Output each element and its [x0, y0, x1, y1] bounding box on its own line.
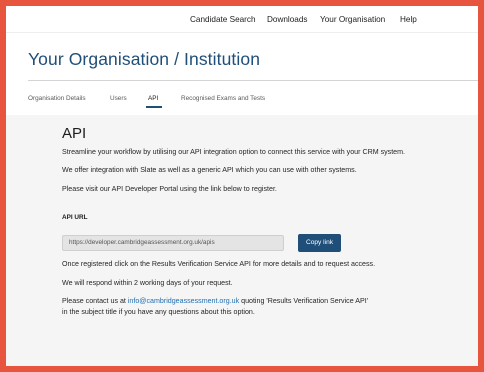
- tab-api[interactable]: API: [148, 95, 158, 102]
- active-tab-indicator: [146, 106, 162, 108]
- contact-text-line2: in the subject title if you have any que…: [62, 308, 255, 316]
- intro-text-2: We offer integration with Slate as well …: [62, 166, 357, 174]
- title-divider: [28, 80, 478, 81]
- contact-suffix: quoting 'Results Verification Service AP…: [239, 297, 369, 305]
- screenshot-frame: Candidate Search Downloads Your Organisa…: [0, 0, 484, 372]
- tab-users[interactable]: Users: [110, 95, 127, 102]
- nav-your-organisation[interactable]: Your Organisation: [320, 15, 385, 24]
- response-time-text: We will respond within 2 working days of…: [62, 279, 233, 287]
- nav-candidate-search[interactable]: Candidate Search: [190, 15, 256, 24]
- intro-text-3: Please visit our API Developer Portal us…: [62, 185, 277, 193]
- page-title: Your Organisation / Institution: [28, 49, 261, 69]
- api-url-label: API URL: [62, 214, 88, 221]
- top-navigation: Candidate Search Downloads Your Organisa…: [6, 6, 478, 33]
- contact-text: Please contact us at info@cambridgeasses…: [62, 297, 368, 306]
- copy-link-button[interactable]: Copy link: [298, 234, 341, 252]
- api-url-field[interactable]: https://developer.cambridgeassessment.or…: [62, 235, 284, 251]
- api-panel: API Streamline your workflow by utilisin…: [6, 115, 478, 366]
- registration-text: Once registered click on the Results Ver…: [62, 260, 376, 268]
- nav-help[interactable]: Help: [400, 15, 417, 24]
- contact-email-link[interactable]: info@cambridgeassessment.org.uk: [128, 297, 239, 305]
- section-heading: API: [62, 125, 87, 142]
- tab-organisation-details[interactable]: Organisation Details: [28, 95, 86, 102]
- tab-recognised-exams[interactable]: Recognised Exams and Tests: [181, 95, 265, 102]
- intro-text-1: Streamline your workflow by utilising ou…: [62, 148, 406, 156]
- nav-downloads[interactable]: Downloads: [267, 15, 308, 24]
- page-header: Your Organisation / Institution Organisa…: [6, 33, 478, 115]
- contact-prefix: Please contact us at: [62, 297, 128, 305]
- tab-bar: Organisation Details Users API Recognise…: [28, 95, 468, 115]
